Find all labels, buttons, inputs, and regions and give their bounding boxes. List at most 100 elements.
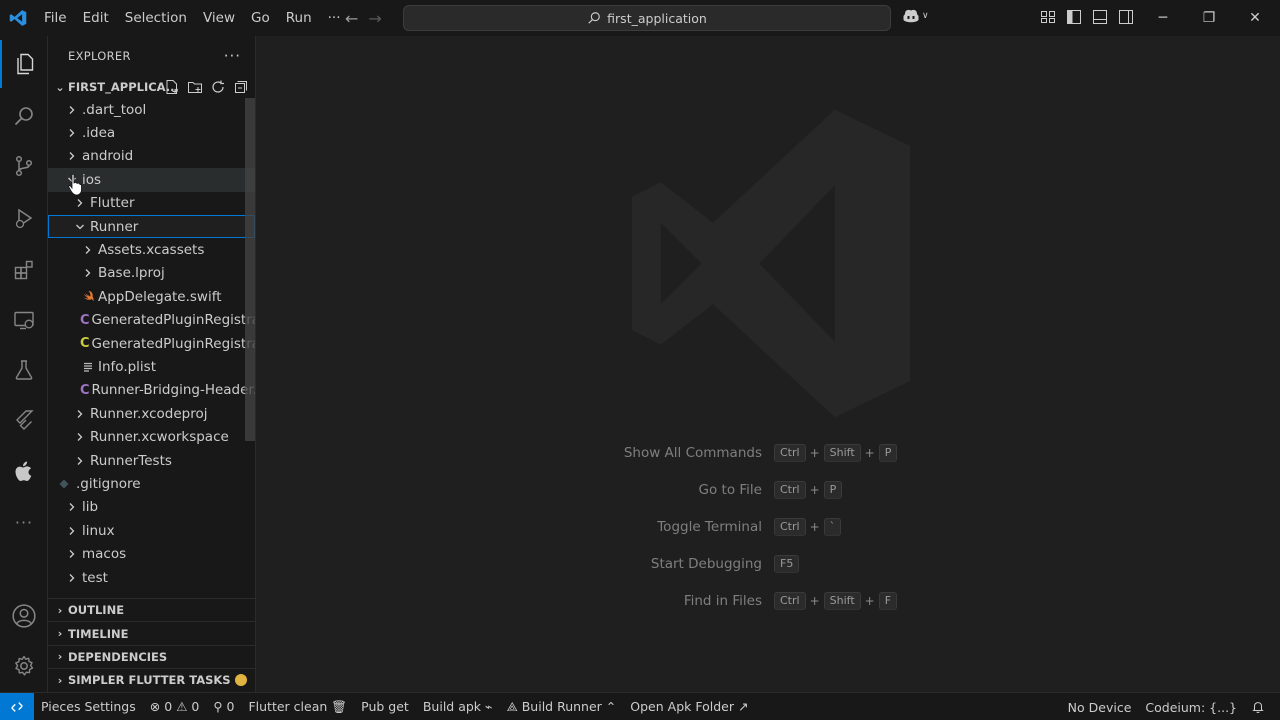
folder-item[interactable]: RunnerTests xyxy=(48,449,255,472)
section-simpler-flutter-tasks[interactable]: › SIMPLER FLUTTER TASKS xyxy=(48,668,255,691)
folder-item[interactable]: Runner.xcworkspace xyxy=(48,425,255,448)
folder-item[interactable]: Runner.xcodeproj xyxy=(48,402,255,425)
triangle-icon: ⟁ xyxy=(506,698,518,714)
error-icon: ⊗ xyxy=(149,699,161,714)
remote-indicator-icon[interactable] xyxy=(0,692,34,720)
sidebar-scrollbar[interactable] xyxy=(245,98,255,441)
refresh-icon[interactable] xyxy=(210,79,226,95)
folder-item[interactable]: lib xyxy=(48,496,255,519)
chevron-right-icon xyxy=(72,432,88,442)
open-apk-folder-button[interactable]: Open Apk Folder ↗ xyxy=(623,699,755,714)
shortcut-keys: Ctrl + P xyxy=(774,480,843,499)
editor-area: Show All Commands Ctrl + Shift + P Go to File C… xyxy=(256,36,1280,692)
file-item[interactable]: .gitignore xyxy=(48,472,255,495)
folder-item[interactable]: android xyxy=(48,145,255,168)
close-icon[interactable]: ✕ xyxy=(1232,0,1278,36)
shortcut-row[interactable]: Go to File Ctrl + P xyxy=(256,471,1280,508)
shortcut-row[interactable]: Find in Files Ctrl + Shift + F xyxy=(256,582,1280,619)
file-item[interactable]: C GeneratedPluginRegistra... xyxy=(48,332,255,355)
section-dependencies[interactable]: › DEPENDENCIES xyxy=(48,644,255,668)
folder-item[interactable]: test xyxy=(48,566,255,589)
keybinding-key: P xyxy=(878,443,898,462)
tree-item-label: .gitignore xyxy=(76,475,141,492)
shortcut-row[interactable]: Start Debugging F5 xyxy=(256,545,1280,582)
open-apk-folder-label: Open Apk Folder xyxy=(630,699,734,714)
restore-icon[interactable]: ❐ xyxy=(1186,0,1232,36)
remote-explorer-icon[interactable] xyxy=(0,296,48,344)
menu-file[interactable]: File xyxy=(36,0,75,36)
explorer-icon[interactable] xyxy=(0,40,48,88)
folder-item[interactable]: .idea xyxy=(48,121,255,144)
menu-edit[interactable]: Edit xyxy=(75,0,117,36)
pieces-settings-label: Pieces Settings xyxy=(41,699,136,714)
apple-icon[interactable] xyxy=(0,448,48,496)
file-item[interactable]: C GeneratedPluginRegistra... xyxy=(48,309,255,332)
toggle-panel-icon[interactable] xyxy=(1092,9,1108,25)
notifications-bell-icon[interactable] xyxy=(1244,700,1272,714)
pub-get-button[interactable]: Pub get xyxy=(354,699,416,714)
problems-indicator[interactable]: ⊗ 0 ⚠ 0 xyxy=(143,699,207,714)
shortcut-row[interactable]: Toggle Terminal Ctrl + ` xyxy=(256,508,1280,545)
toggle-primary-sidebar-icon[interactable] xyxy=(1066,9,1082,25)
command-center[interactable]: first_application xyxy=(403,5,891,31)
keybinding-key: Shift xyxy=(823,443,861,462)
section-label: DEPENDENCIES xyxy=(68,649,168,664)
folder-item[interactable]: linux xyxy=(48,519,255,542)
build-runner-button[interactable]: ⟁ Build Runner ⌃ xyxy=(500,699,624,715)
file-item[interactable]: AppDelegate.swift xyxy=(48,285,255,308)
search-icon[interactable] xyxy=(0,92,48,140)
manage-gear-icon[interactable] xyxy=(0,642,48,690)
explorer-more-actions[interactable]: ··· xyxy=(224,47,241,65)
section-outline[interactable]: › OUTLINE xyxy=(48,598,255,621)
ports-indicator[interactable]: ⚲ 0 xyxy=(206,699,241,714)
collapse-all-icon[interactable] xyxy=(233,79,249,95)
folder-item[interactable]: Runner xyxy=(48,214,255,239)
key-separator: + xyxy=(864,445,875,460)
toggle-secondary-sidebar-icon[interactable] xyxy=(1118,9,1134,25)
folder-item[interactable]: Base.lproj xyxy=(48,262,255,285)
source-control-icon[interactable] xyxy=(0,142,48,190)
section-timeline[interactable]: › TIMELINE xyxy=(48,621,255,644)
external-link-icon: ↗ xyxy=(737,699,749,714)
tree-item-label: android xyxy=(82,148,134,165)
customize-layout-icon[interactable] xyxy=(1040,9,1056,25)
key-separator: + xyxy=(809,482,820,497)
minimize-icon[interactable]: ─ xyxy=(1140,0,1186,36)
shortcut-keys: F5 xyxy=(774,554,800,573)
build-apk-button[interactable]: Build apk ⌁ xyxy=(416,699,500,714)
testing-icon[interactable] xyxy=(0,346,48,394)
tree-item-label: AppDelegate.swift xyxy=(98,288,222,305)
back-arrow-icon[interactable]: ← xyxy=(345,9,358,28)
menu-view[interactable]: View xyxy=(195,0,243,36)
folder-item[interactable]: Assets.xcassets xyxy=(48,238,255,261)
pieces-settings[interactable]: Pieces Settings xyxy=(34,699,143,714)
run-debug-icon[interactable] xyxy=(0,194,48,242)
codeium-status[interactable]: Codeium: {...} xyxy=(1138,700,1244,715)
workspace-header[interactable]: ⌄ FIRST_APPLICA... xyxy=(48,76,255,98)
device-selector[interactable]: No Device xyxy=(1061,700,1139,715)
key-separator: + xyxy=(864,593,875,608)
extensions-icon[interactable] xyxy=(0,246,48,294)
accounts-icon[interactable] xyxy=(0,592,48,640)
menu-selection[interactable]: Selection xyxy=(117,0,195,36)
chevron-right-icon xyxy=(72,198,88,208)
c-file-icon: C xyxy=(80,312,90,328)
menu-run[interactable]: Run xyxy=(278,0,320,36)
new-folder-icon[interactable] xyxy=(187,79,203,95)
file-item[interactable]: Info.plist xyxy=(48,355,255,378)
file-item[interactable]: C Runner-Bridging-Header.h xyxy=(48,379,255,402)
keybinding-key: Ctrl xyxy=(774,517,806,536)
menu-go[interactable]: Go xyxy=(243,0,278,36)
flutter-clean-button[interactable]: Flutter clean 🗑 xyxy=(241,699,354,715)
new-file-icon[interactable] xyxy=(164,79,180,95)
flutter-icon[interactable] xyxy=(0,396,48,444)
shortcut-label: Go to File xyxy=(698,481,762,498)
mouse-cursor-icon xyxy=(68,173,82,196)
forward-arrow-icon[interactable]: → xyxy=(368,9,381,28)
folder-item[interactable]: macos xyxy=(48,542,255,565)
folder-item[interactable]: .dart_tool xyxy=(48,98,255,121)
copilot-button[interactable]: ∨ xyxy=(902,8,929,24)
shortcut-row[interactable]: Show All Commands Ctrl + Shift + P xyxy=(256,434,1280,471)
layout-controls xyxy=(1040,9,1134,25)
more-views-icon[interactable]: ··· xyxy=(0,498,48,546)
